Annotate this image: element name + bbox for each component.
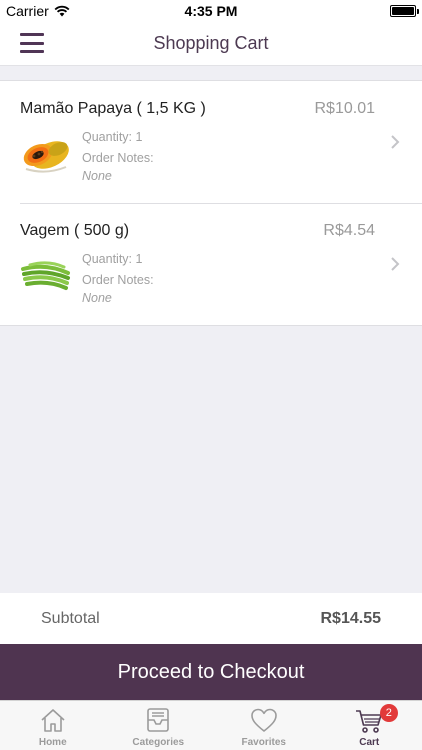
tab-categories[interactable]: Categories: [106, 701, 212, 750]
battery-level: [392, 7, 414, 15]
battery-icon: [390, 5, 419, 17]
cart-item-name: Vagem ( 500 g): [20, 222, 130, 239]
cart-count-badge: 2: [379, 704, 398, 722]
cart-item-price: R$4.54: [323, 222, 375, 239]
subtotal-value: R$14.55: [320, 609, 382, 627]
tab-bar: Home Categories Favorites 2 Cart: [0, 700, 422, 750]
status-bar: Carrier 4:35 PM: [0, 0, 422, 22]
home-icon: [41, 709, 65, 732]
heart-icon: [250, 708, 277, 732]
order-notes-label: Order Notes:: [82, 151, 154, 165]
chevron-right-icon: [391, 135, 400, 149]
order-notes-value: None: [82, 291, 112, 305]
order-notes-value: None: [82, 169, 112, 183]
cart-item-name: Mamão Papaya ( 1,5 KG ): [20, 100, 206, 117]
tab-cart[interactable]: 2 Cart: [317, 701, 422, 750]
green-beans-image: [21, 261, 70, 290]
navigation-bar: Shopping Cart: [0, 22, 422, 66]
tab-label: Favorites: [241, 737, 286, 748]
wifi-icon: [54, 5, 70, 17]
subtotal-label: Subtotal: [41, 609, 100, 627]
carrier-indicator: Carrier: [6, 3, 70, 19]
tab-label: Home: [38, 737, 67, 748]
subtotal-bar: Subtotal R$14.55: [0, 593, 422, 644]
cart-item-quantity: Quantity: 1: [82, 130, 143, 144]
cart-item-quantity: Quantity: 1: [82, 252, 143, 266]
cart-item[interactable]: Mamão Papaya ( 1,5 KG ) R$10.01 Quantity…: [0, 81, 422, 203]
tab-home[interactable]: Home: [0, 701, 106, 750]
order-notes-label: Order Notes:: [82, 273, 154, 287]
carrier-label: Carrier: [6, 3, 49, 19]
cart-item-price: R$10.01: [314, 100, 376, 117]
chevron-right-icon: [391, 257, 400, 271]
tab-favorites[interactable]: Favorites: [211, 701, 317, 750]
proceed-to-checkout-button[interactable]: Proceed to Checkout: [0, 644, 422, 700]
page-title: Shopping Cart: [153, 33, 269, 53]
cart-item-details: Quantity: 1 Order Notes: None: [82, 249, 154, 305]
tab-label: Cart: [359, 737, 380, 748]
cart-item-list: Mamão Papaya ( 1,5 KG ) R$10.01 Quantity…: [0, 80, 422, 326]
hamburger-menu-icon[interactable]: [20, 32, 44, 54]
inbox-icon: [147, 708, 170, 732]
cart-item-details: Quantity: 1 Order Notes: None: [82, 127, 154, 183]
papaya-image: [23, 141, 69, 173]
tab-label: Categories: [132, 737, 185, 748]
cart-item[interactable]: Vagem ( 500 g) R$4.54 Quantity: 1 Order …: [0, 203, 422, 325]
